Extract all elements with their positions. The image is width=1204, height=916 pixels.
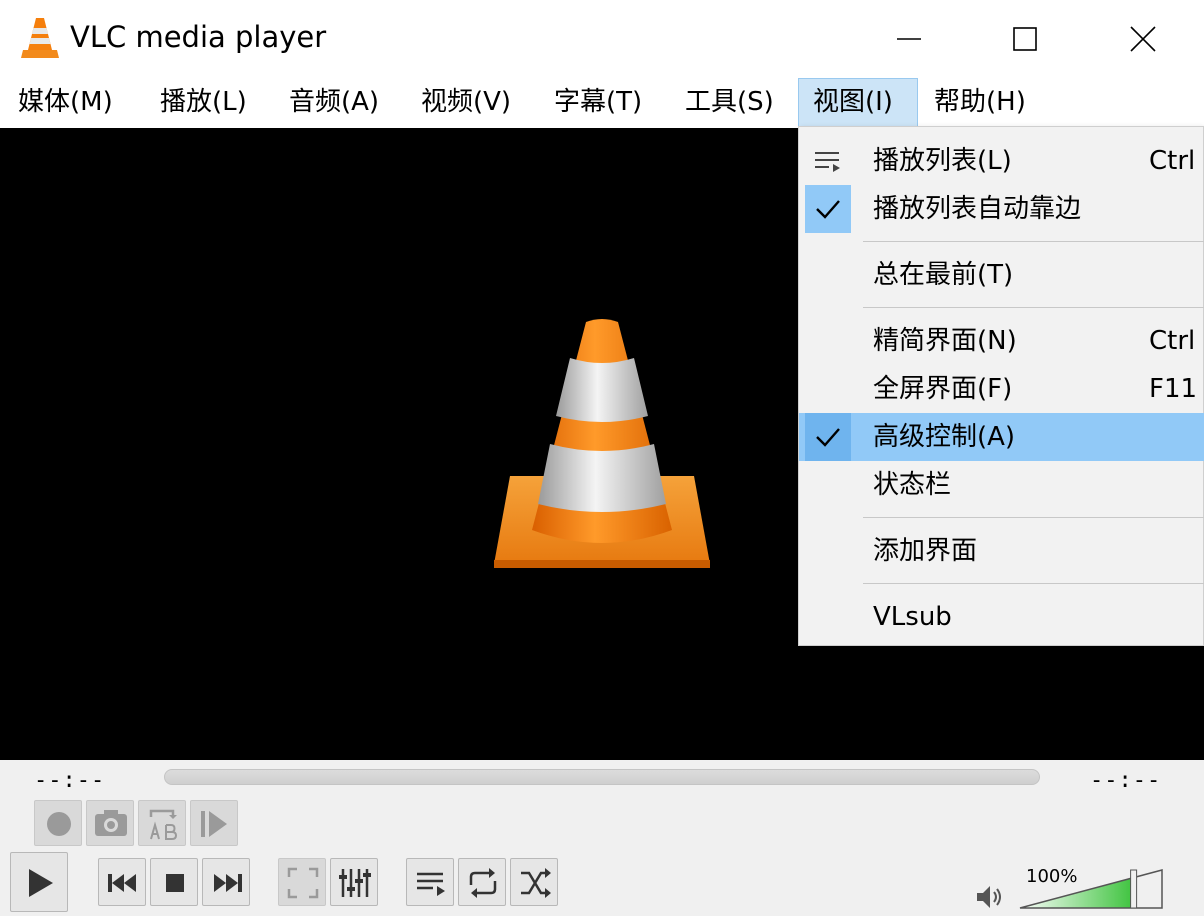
- checkmark-icon: [816, 200, 840, 219]
- extended-settings-button[interactable]: [330, 858, 378, 906]
- menu-separator: [863, 517, 1204, 518]
- record-button[interactable]: [34, 800, 82, 846]
- menu-item-status-bar[interactable]: 状态栏: [799, 461, 1204, 509]
- menu-item-add-interface[interactable]: 添加界面: [799, 527, 1204, 575]
- menu-item-fullscreen-interface[interactable]: 全屏界面(F) F11: [799, 365, 1204, 413]
- elapsed-time: --:--: [34, 768, 106, 793]
- loop-button[interactable]: [458, 858, 506, 906]
- menu-item-always-on-top[interactable]: 总在最前(T): [799, 251, 1204, 299]
- frame-step-button[interactable]: [190, 800, 238, 846]
- view-menu-dropdown: 播放列表(L) Ctrl 播放列表自动靠边 总在最前(T) 精简界面(N) Ct…: [798, 126, 1204, 646]
- frame-step-icon: [201, 811, 227, 837]
- toggle-playlist-button[interactable]: [406, 858, 454, 906]
- speaker-icon[interactable]: [974, 882, 1006, 912]
- next-icon: [214, 874, 242, 892]
- playlist-icon: [815, 152, 840, 172]
- menu-item-minimal-interface[interactable]: 精简界面(N) Ctrl: [799, 317, 1204, 365]
- playlist-icon: [417, 872, 445, 896]
- checkmark-icon: [816, 428, 840, 447]
- remaining-time: --:--: [1090, 768, 1162, 793]
- shuffle-icon: [521, 868, 551, 898]
- volume-fill: [1020, 870, 1134, 908]
- menu-separator: [863, 583, 1204, 584]
- play-icon: [29, 869, 53, 897]
- previous-button[interactable]: [98, 858, 146, 906]
- menu-audio[interactable]: 音频(A): [289, 78, 379, 126]
- next-button[interactable]: [202, 858, 250, 906]
- menu-help[interactable]: 帮助(H): [934, 78, 1026, 126]
- vlc-cone-icon: [21, 18, 59, 58]
- minimize-button[interactable]: [850, 0, 968, 78]
- menu-item-vlsub[interactable]: VLsub: [799, 593, 1204, 641]
- menu-view[interactable]: 视图(I): [798, 78, 918, 127]
- snapshot-icon: [95, 810, 127, 836]
- fullscreen-icon: [287, 867, 319, 899]
- menu-separator: [863, 241, 1204, 242]
- check-gutter: [805, 413, 851, 461]
- menu-item-label: VLsub: [873, 602, 952, 632]
- menu-item-label: 添加界面: [873, 536, 978, 566]
- snapshot-button[interactable]: [86, 800, 134, 846]
- stop-button[interactable]: [150, 858, 198, 906]
- ab-loop-button[interactable]: [138, 800, 186, 846]
- menu-item-advanced-controls[interactable]: 高级控制(A): [799, 413, 1204, 461]
- menu-video[interactable]: 视频(V): [421, 78, 511, 126]
- shuffle-button[interactable]: [510, 858, 558, 906]
- title-bar: VLC media player: [0, 0, 1204, 78]
- menu-item-shortcut: F11: [1149, 374, 1198, 404]
- loop-icon: [469, 868, 497, 898]
- close-icon: [1130, 26, 1156, 52]
- menu-item-shortcut: Ctrl: [1149, 146, 1196, 176]
- minimize-icon: [897, 38, 921, 40]
- maximize-button[interactable]: [966, 0, 1084, 78]
- menu-item-label: 总在最前(T): [873, 260, 1014, 290]
- volume-slider[interactable]: [1018, 866, 1166, 912]
- menu-item-label: 播放列表自动靠边: [873, 194, 1082, 224]
- fullscreen-button[interactable]: [278, 858, 326, 906]
- menu-item-label: 高级控制(A): [873, 422, 1016, 452]
- stop-icon: [166, 874, 184, 892]
- maximize-icon: [1013, 27, 1037, 51]
- menu-media[interactable]: 媒体(M): [18, 78, 113, 126]
- window-title: VLC media player: [70, 20, 327, 54]
- menu-item-playlist-dock[interactable]: 播放列表自动靠边: [799, 185, 1204, 233]
- menu-playback[interactable]: 播放(L): [160, 78, 247, 126]
- menu-subtitle[interactable]: 字幕(T): [554, 78, 642, 126]
- menu-bar: 媒体(M) 播放(L) 音频(A) 视频(V) 字幕(T) 工具(S) 视图(I…: [0, 78, 1204, 128]
- extended-settings-icon: [339, 869, 371, 897]
- menu-item-playlist[interactable]: 播放列表(L) Ctrl: [799, 137, 1204, 185]
- record-icon: [47, 812, 71, 836]
- menu-item-label: 精简界面(N): [873, 326, 1017, 356]
- close-button[interactable]: [1084, 0, 1202, 78]
- previous-icon: [108, 874, 136, 892]
- volume-knob[interactable]: [1130, 869, 1138, 909]
- menu-item-label: 状态栏: [873, 470, 952, 500]
- ab-loop-icon: [149, 809, 178, 840]
- seek-bar[interactable]: [164, 769, 1040, 785]
- vlc-cone-logo: [494, 319, 710, 568]
- menu-separator: [863, 307, 1204, 308]
- play-button[interactable]: [10, 852, 68, 912]
- menu-item-label: 全屏界面(F): [873, 374, 1013, 404]
- menu-tools[interactable]: 工具(S): [685, 78, 774, 126]
- menu-item-label: 播放列表(L): [873, 146, 1012, 176]
- menu-item-shortcut: Ctrl: [1149, 326, 1196, 356]
- check-gutter: [805, 185, 851, 233]
